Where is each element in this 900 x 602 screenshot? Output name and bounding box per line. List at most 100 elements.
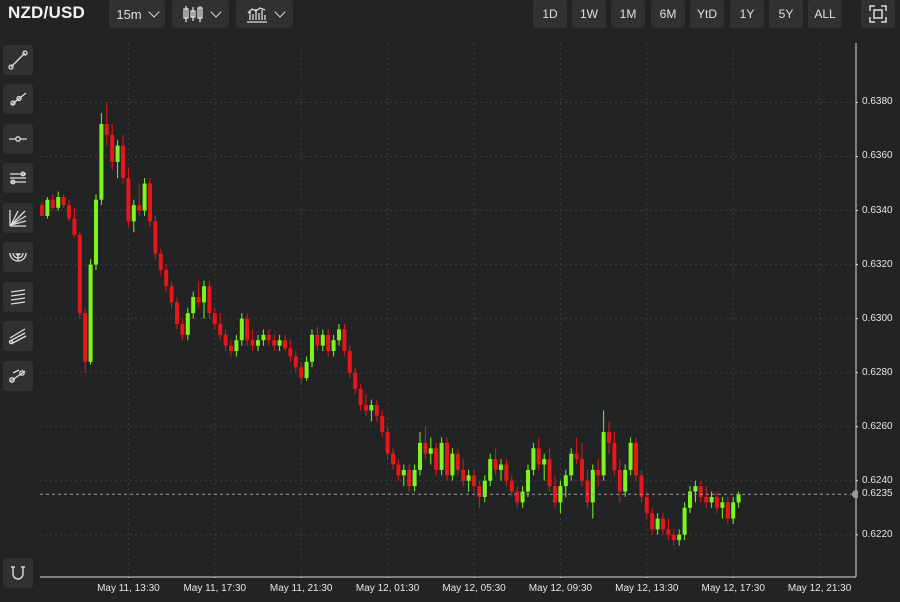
y-tick-label: 0.6260	[862, 420, 893, 432]
chart-type-selector[interactable]	[172, 0, 229, 28]
candle-body	[401, 469, 406, 476]
candle-body	[185, 313, 190, 335]
candle-body	[628, 442, 633, 470]
range-1w-button[interactable]: 1W	[572, 0, 606, 28]
candle-body	[110, 134, 115, 162]
candle-body	[655, 518, 660, 530]
candle-body	[466, 475, 471, 481]
candle-body	[266, 334, 271, 341]
interval-selector[interactable]: 15m	[109, 0, 165, 28]
chevron-down-icon	[273, 6, 286, 18]
candle-body	[67, 205, 71, 219]
candle-body	[83, 313, 88, 362]
y-tick-label: 0.6320	[862, 258, 893, 270]
measure-line-tool[interactable]	[3, 361, 33, 391]
candle-body	[337, 329, 341, 341]
candle-body	[601, 432, 606, 476]
range-1y-button[interactable]: 1Y	[730, 0, 764, 28]
candle-body	[445, 442, 449, 476]
range-1m-button[interactable]: 1M	[611, 0, 645, 28]
last-price-marker	[852, 490, 860, 499]
candle-body	[580, 459, 584, 481]
candle-body	[234, 340, 239, 352]
candlestick-icon	[182, 6, 203, 22]
candle-body	[288, 348, 293, 357]
candle-body	[736, 494, 741, 503]
candle-body	[542, 459, 547, 465]
candle-body	[623, 469, 628, 492]
candle-body	[245, 318, 250, 341]
trend-line-icon	[8, 50, 28, 70]
candlestick-chart-svg[interactable]	[40, 43, 860, 581]
candle-body	[574, 453, 579, 460]
candle-body	[126, 178, 131, 222]
candle-body	[396, 464, 401, 476]
candle-body	[725, 502, 730, 519]
candle-body	[391, 453, 395, 465]
range-ytd-button[interactable]: YtD	[690, 0, 724, 28]
candle-body	[617, 469, 622, 492]
candle-body	[369, 405, 374, 411]
candle-body	[455, 453, 460, 470]
range-1d-button[interactable]: 1D	[533, 0, 567, 28]
parallel-channel-tool[interactable]	[3, 163, 33, 193]
horizontal-line-tool[interactable]	[3, 124, 33, 154]
candle-body	[142, 183, 147, 211]
candle-body	[223, 334, 228, 346]
candle-body	[715, 496, 719, 508]
candle-body	[315, 334, 320, 346]
candle-body	[50, 199, 55, 208]
candles-group	[40, 102, 741, 546]
ray-line-tool[interactable]	[3, 84, 33, 114]
parallel-channel-icon	[10, 171, 26, 185]
measure-line-icon	[9, 369, 26, 383]
candle-body	[261, 334, 266, 341]
candle-body	[374, 405, 379, 416]
trend-line-tool[interactable]	[3, 45, 33, 75]
candle-body	[698, 486, 703, 497]
candle-body	[115, 145, 120, 162]
candle-body	[61, 197, 66, 206]
candle-body	[650, 513, 655, 530]
candle-body	[720, 502, 725, 508]
candle-body	[148, 183, 152, 222]
candle-body	[283, 340, 287, 349]
candle-body	[158, 253, 163, 270]
candle-body	[488, 459, 493, 481]
range-6m-button[interactable]: 6M	[651, 0, 685, 28]
candle-body	[326, 334, 331, 352]
x-tick-label: May 11, 17:30	[183, 583, 247, 594]
fibonacci-retracement-tool[interactable]	[3, 282, 33, 312]
candle-body	[477, 486, 482, 497]
candle-body	[504, 464, 509, 481]
candle-body	[45, 199, 50, 216]
candle-body	[250, 340, 255, 346]
candle-body	[212, 313, 217, 325]
candle-body	[531, 448, 536, 470]
magnet-tool[interactable]	[3, 558, 33, 588]
candle-body	[256, 340, 260, 346]
candle-body	[671, 534, 676, 541]
candle-body	[569, 453, 574, 476]
x-tick-label: May 12, 17:30	[701, 583, 765, 594]
price-chart[interactable]	[40, 43, 860, 581]
candle-body	[520, 491, 525, 503]
candle-body	[493, 459, 498, 470]
candle-body	[385, 432, 390, 454]
x-tick-label: May 12, 13:30	[615, 583, 679, 594]
candle-body	[515, 491, 520, 503]
indicator-selector[interactable]	[236, 0, 293, 28]
range-5y-button[interactable]: 5Y	[769, 0, 803, 28]
fullscreen-button[interactable]	[861, 0, 895, 28]
grid-lines	[40, 43, 856, 577]
candle-body	[299, 367, 304, 379]
x-tick-label: May 11, 13:30	[97, 583, 160, 594]
fibonacci-arcs-tool[interactable]	[3, 242, 33, 272]
candle-body	[666, 529, 671, 535]
range-all-button[interactable]: ALL	[808, 0, 842, 28]
candle-body	[731, 502, 736, 519]
fibonacci-fan-tool[interactable]	[3, 203, 33, 233]
candle-body	[304, 361, 309, 379]
pitchfork-tool[interactable]	[3, 321, 33, 351]
last-price-label: 0.6235	[862, 488, 893, 500]
